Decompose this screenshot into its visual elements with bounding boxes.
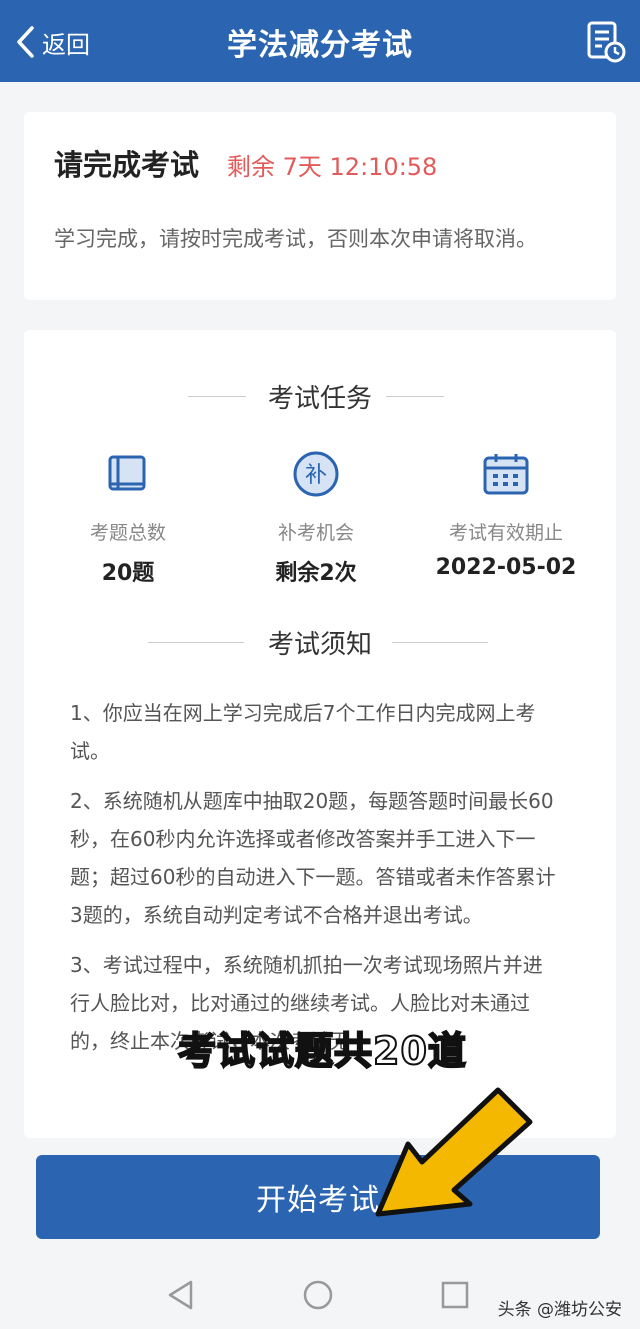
stat-label: 补考机会 (277, 522, 354, 544)
nav-recents-icon[interactable] (440, 1278, 470, 1312)
nav-home-icon[interactable] (302, 1278, 334, 1312)
exam-note: 学习完成，请按时完成考试，否则本次申请将取消。 (54, 227, 537, 251)
countdown-text: 剩余 7天 12:10:58 (227, 153, 438, 181)
exam-rules: 1、你应当在网上学习完成后7个工作日内完成网上考试。 2、系统随机从题库中抽取2… (70, 694, 562, 1072)
video-caption: 考试试题共20道 (177, 1028, 467, 1074)
watermark: 头条 @潍坊公安 (497, 1300, 622, 1320)
makeup-icon: 补 (226, 450, 406, 498)
pointer-arrow-icon (375, 1087, 533, 1217)
document-settings-icon[interactable] (586, 20, 626, 68)
task-section-title: 考试任务 (267, 384, 372, 414)
stat-value: 20题 (101, 561, 155, 586)
page-title: 学法减分考试 (227, 28, 413, 63)
notice-section-title: 考试须知 (267, 630, 372, 660)
divider-line (386, 396, 444, 397)
stat-total-questions: 考题总数 20题 (38, 450, 218, 587)
exam-task-card: 考试任务 考题总数 20题 补 补考机会 剩余2次 考试有效期止 2022-05… (24, 330, 616, 1138)
stat-label: 考题总数 (89, 522, 166, 544)
stat-value: 剩余2次 (275, 561, 357, 586)
stat-value: 2022-05-02 (435, 555, 577, 580)
nav-back-icon[interactable] (166, 1278, 196, 1312)
exam-status-card: 请完成考试 剩余 7天 12:10:58 学习完成，请按时完成考试，否则本次申请… (24, 112, 616, 300)
stat-label: 考试有效期止 (448, 522, 563, 544)
makeup-icon-glyph: 补 (305, 463, 327, 488)
stat-makeup-chances: 补 补考机会 剩余2次 (226, 450, 406, 587)
book-icon (38, 450, 218, 498)
app-header: 返回 学法减分考试 (0, 0, 640, 82)
exam-title: 请完成考试 (54, 148, 200, 182)
exam-status-row: 请完成考试 剩余 7天 12:10:58 (54, 142, 437, 184)
stat-valid-until: 考试有效期止 2022-05-02 (416, 450, 596, 580)
rule-item: 1、你应当在网上学习完成后7个工作日内完成网上考试。 (70, 701, 536, 763)
calendar-icon (416, 450, 596, 498)
rule-item: 2、系统随机从题库中抽取20题，每题答题时间最长60秒，在60秒内允许选择或者修… (70, 789, 556, 927)
divider-line (392, 642, 488, 643)
